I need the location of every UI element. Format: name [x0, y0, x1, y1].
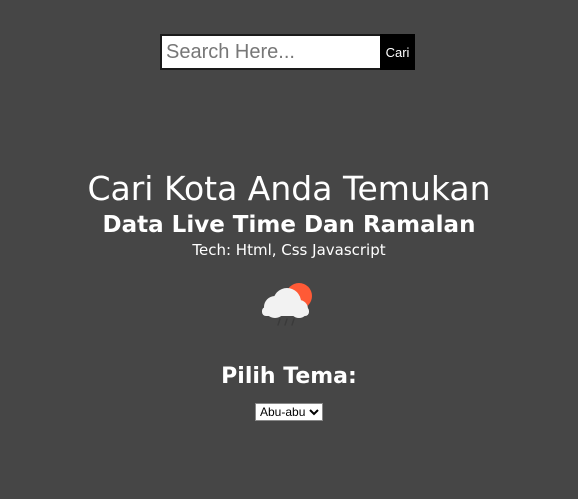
theme-select[interactable]: Abu-abu: [255, 403, 323, 421]
page-title: Cari Kota Anda Temukan: [87, 169, 491, 208]
cloud-sun-icon: [262, 283, 312, 326]
search-input[interactable]: [160, 34, 380, 70]
theme-section: Pilih Tema: Abu-abu: [0, 362, 578, 421]
theme-label: Pilih Tema:: [221, 364, 357, 389]
search-button[interactable]: Cari: [380, 34, 415, 70]
search-bar: Cari: [160, 34, 415, 70]
rain-drops: [277, 318, 295, 326]
hero: Cari Kota Anda Temukan Data Live Time Da…: [0, 168, 578, 260]
page-subtitle: Data Live Time Dan Ramalan: [102, 212, 476, 238]
tech-stack-text: Tech: Html, Css Javascript: [192, 241, 386, 259]
